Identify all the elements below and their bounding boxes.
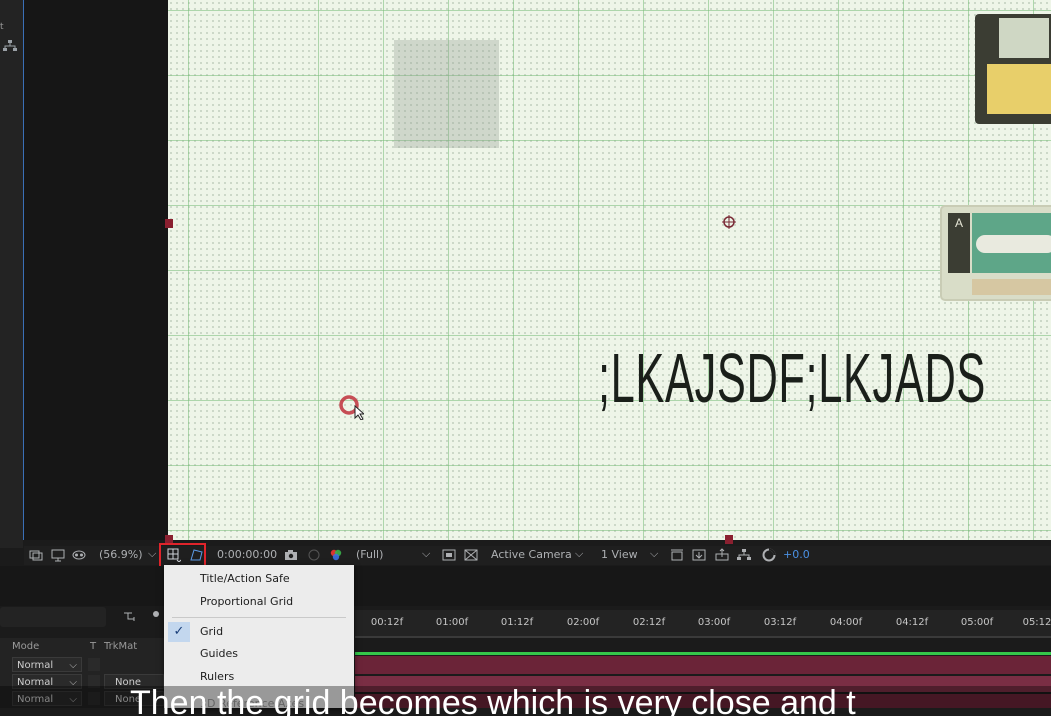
composition-viewer[interactable]: ;LKAJSDF;LKJADS A xyxy=(168,0,1051,540)
floppy-disk-image[interactable] xyxy=(975,14,1051,124)
timecode-display[interactable]: 0:00:00:00 xyxy=(217,548,277,561)
time-tick: 03:12f xyxy=(763,617,797,628)
flowchart-icon[interactable] xyxy=(3,40,17,52)
video-subtitle: Then the grid becomes which is very clos… xyxy=(130,686,856,716)
layer-mode-dropdown[interactable]: Normal ⌵ xyxy=(12,657,82,672)
transparency-grid-icon[interactable] xyxy=(464,548,478,562)
magnification-dropdown[interactable]: (56.9%) xyxy=(99,548,143,561)
layer-handle-left[interactable] xyxy=(165,219,173,228)
anchor-point-icon[interactable] xyxy=(722,215,736,229)
cassette-window xyxy=(976,235,1051,253)
column-header-t[interactable]: T xyxy=(90,641,96,652)
chevron-down-icon[interactable]: ⌵ xyxy=(650,547,658,561)
time-tick: 04:12f xyxy=(895,617,929,628)
camera-snapshot-icon[interactable] xyxy=(284,548,298,562)
camera-view-dropdown[interactable]: Active Camera xyxy=(491,548,572,561)
menu-item-grid[interactable]: Grid xyxy=(164,621,354,643)
time-tick: 01:12f xyxy=(500,617,534,628)
panel-label-fragment: t xyxy=(0,22,4,32)
chevron-down-icon[interactable]: ⌵ xyxy=(422,547,430,561)
always-preview-icon[interactable] xyxy=(29,548,43,562)
fast-previews-icon[interactable] xyxy=(692,548,706,562)
chevron-down-icon[interactable]: ⌵ xyxy=(575,547,583,561)
timeline-toggle-icon[interactable] xyxy=(715,548,729,562)
cassette-base xyxy=(972,279,1051,295)
show-snapshot-icon[interactable] xyxy=(307,548,321,562)
time-tick: 05:00f xyxy=(960,617,994,628)
mask-visibility-icon[interactable] xyxy=(72,548,86,562)
menu-item-proportional-grid[interactable]: Proportional Grid xyxy=(164,591,354,613)
floppy-label xyxy=(987,64,1051,114)
time-tick: 04:00f xyxy=(829,617,863,628)
time-tick: 02:00f xyxy=(566,617,600,628)
composition-flowchart-icon[interactable] xyxy=(122,609,162,623)
cassette-tape-image[interactable]: A xyxy=(940,205,1051,301)
ruler-baseline xyxy=(355,636,1051,638)
time-tick: 02:12f xyxy=(632,617,666,628)
monitor-icon[interactable] xyxy=(51,548,65,562)
color-channels-icon[interactable] xyxy=(329,548,343,562)
column-header-trkmat[interactable]: TrkMat xyxy=(104,641,137,652)
cassette-side-label: A xyxy=(948,213,970,273)
view-layout-dropdown[interactable]: 1 View xyxy=(601,548,638,561)
time-tick: 05:12 xyxy=(1022,617,1051,628)
toggle-pixel-aspect-icon[interactable] xyxy=(670,548,684,562)
mouse-cursor-icon xyxy=(339,395,364,420)
menu-item-title-action-safe[interactable]: Title/Action Safe xyxy=(164,568,354,590)
menu-item-guides[interactable]: Guides xyxy=(164,643,354,665)
region-of-interest-icon[interactable] xyxy=(442,548,456,562)
reset-exposure-icon[interactable] xyxy=(762,548,776,562)
column-header-mode[interactable]: Mode xyxy=(12,641,39,652)
text-layer[interactable]: ;LKAJSDF;LKJADS xyxy=(598,338,986,418)
project-panel-edge: t xyxy=(0,0,23,548)
timeline-search-input[interactable] xyxy=(0,607,106,627)
menu-separator xyxy=(172,617,346,618)
chevron-down-icon: ⌵ xyxy=(69,660,77,671)
floppy-shutter xyxy=(999,18,1049,58)
pasteboard xyxy=(24,0,168,540)
gray-shape-layer[interactable] xyxy=(394,40,499,148)
chevron-down-icon[interactable]: ⌵ xyxy=(148,547,156,561)
layer-mode-value: Normal xyxy=(17,660,54,671)
time-tick: 03:00f xyxy=(697,617,731,628)
resolution-dropdown[interactable]: (Full) xyxy=(356,548,383,561)
preserve-transparency-toggle[interactable] xyxy=(88,658,100,671)
layer-duration-bar[interactable] xyxy=(355,656,1051,674)
work-area-bar[interactable] xyxy=(355,652,1051,655)
exposure-value[interactable]: +0.0 xyxy=(783,548,810,561)
menu-item-rulers[interactable]: Rulers xyxy=(164,666,354,688)
time-tick: 00:12f xyxy=(370,617,404,628)
time-tick: 01:00f xyxy=(435,617,469,628)
timeline-panel-header xyxy=(0,566,1051,606)
time-ruler[interactable]: 00:12f 01:00f 01:12f 02:00f 02:12f 03:00… xyxy=(355,610,1051,638)
layer-handle-bottom[interactable] xyxy=(725,535,733,544)
flowchart-icon[interactable] xyxy=(737,548,751,562)
